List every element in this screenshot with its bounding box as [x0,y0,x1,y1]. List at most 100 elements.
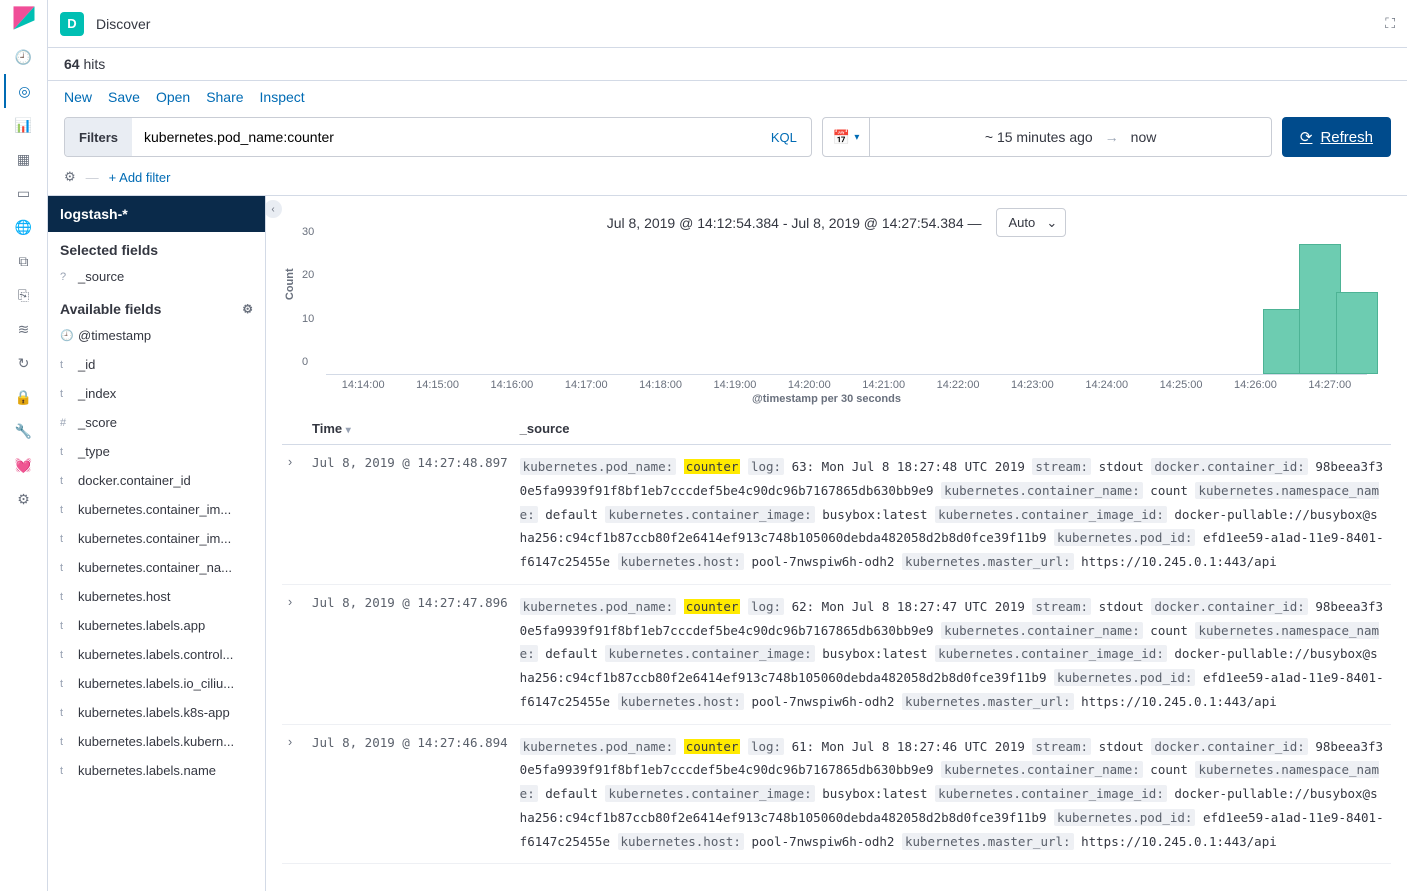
expand-row-icon[interactable]: › [282,445,306,585]
clock-icon[interactable]: 🕘 [4,40,44,74]
selected-fields-header: Selected fields [48,232,265,262]
field-item[interactable]: t kubernetes.container_im... [48,495,265,524]
time-cell: Jul 8, 2019 @ 14:27:46.894 [306,724,514,864]
open-link[interactable]: Open [156,89,190,105]
maps-icon[interactable]: 🌐 [4,210,44,244]
dashboard-icon[interactable]: ▦ [4,142,44,176]
add-filter-link[interactable]: + Add filter [109,170,171,185]
field-name-label: docker.container_id [78,473,191,488]
query-input[interactable] [132,118,757,156]
field-type-icon: t [60,591,70,603]
expand-row-icon[interactable]: › [282,584,306,724]
field-item[interactable]: tkubernetes.labels.io_ciliu... [48,669,265,698]
monitoring-icon[interactable]: 💓 [4,448,44,482]
col-time-header[interactable]: Time ▾ [306,413,514,445]
field-item[interactable]: tkubernetes.container_na... [48,553,265,582]
field-item[interactable]: t_index [48,379,265,408]
expand-row-icon[interactable]: › [282,724,306,864]
fullscreen-icon[interactable]: ⛶ [1385,15,1395,32]
new-link[interactable]: New [64,89,92,105]
date-to: now [1131,129,1157,145]
calendar-icon[interactable]: 📅 ▾ [823,118,870,156]
logs-icon[interactable]: ⎘ [4,278,44,312]
field-item[interactable]: tkubernetes.host [48,582,265,611]
field-type-icon: # [60,417,70,429]
histogram-bar[interactable] [1336,292,1378,374]
field-item[interactable]: tkubernetes.container_im... [48,524,265,553]
table-row: ›Jul 8, 2019 @ 14:27:47.896kubernetes.po… [282,584,1391,724]
table-row: ›Jul 8, 2019 @ 14:27:48.897kubernetes.po… [282,445,1391,585]
field-type-icon: t [60,678,70,690]
field-item[interactable]: t kubernetes.labels.name [48,756,265,785]
field-name-label: kubernetes.container_im... [78,531,231,546]
canvas-icon[interactable]: ▭ [4,176,44,210]
field-type-icon: t [60,649,70,661]
xtick: 14:22:00 [937,379,980,391]
available-fields-header: Available fields ⚙ [48,291,265,321]
field-type-icon: ? [60,271,70,283]
devtools-icon[interactable]: 🔧 [4,414,44,448]
histogram-chart: Count 0102030 14:14:0014:15:0014:16:0014… [266,241,1407,413]
field-item[interactable]: tkubernetes.labels.kubern... [48,727,265,756]
field-item[interactable]: t_type [48,437,265,466]
chart-ylabel: Count [284,268,296,300]
refresh-button[interactable]: ⟳ Refresh [1282,117,1391,157]
management-icon[interactable]: ⚙ [4,482,44,516]
field-item[interactable]: tkubernetes.labels.control... [48,640,265,669]
fields-panel: logstash-* Selected fields ? _source Avai… [48,196,266,891]
query-row: Filters KQL 📅 ▾ ~ 15 minutes ago → now ⟳… [48,109,1407,165]
kibana-logo-icon[interactable] [10,4,38,32]
date-picker[interactable]: 📅 ▾ ~ 15 minutes ago → now [822,117,1272,157]
filter-settings-icon[interactable]: ⚙ [64,169,76,185]
inspect-link[interactable]: Inspect [260,89,305,105]
discover-icon[interactable]: ◎ [4,74,44,108]
chart-header: Jul 8, 2019 @ 14:12:54.384 - Jul 8, 2019… [266,196,1407,241]
field-type-icon: t [60,765,70,777]
field-item[interactable]: tkubernetes.labels.k8s-app [48,698,265,727]
topbar: D Discover ⛶ [48,0,1407,48]
field-item[interactable]: ? _source [48,262,265,291]
visualize-icon[interactable]: 📊 [4,108,44,142]
save-link[interactable]: Save [108,89,140,105]
index-pattern-selector[interactable]: logstash-* [48,196,265,232]
field-type-icon: t [60,504,70,516]
field-type-icon: t [60,620,70,632]
filter-row: ⚙ — + Add filter [48,165,1407,195]
uptime-icon[interactable]: ↻ [4,346,44,380]
field-item[interactable]: tkubernetes.labels.app [48,611,265,640]
actions-row: New Save Open Share Inspect [48,81,1407,109]
time-range-label: Jul 8, 2019 @ 14:12:54.384 - Jul 8, 2019… [607,215,982,231]
document-table: Time ▾ _source ›Jul 8, 2019 @ 14:27:48.8… [282,413,1391,891]
field-item[interactable]: t_id [48,350,265,379]
hits-bar: 64 hits [48,48,1407,81]
content-area: Jul 8, 2019 @ 14:12:54.384 - Jul 8, 2019… [266,196,1407,891]
field-name-label: _index [78,386,116,401]
query-filter-box: Filters KQL [64,117,812,157]
xtick: 14:14:00 [342,379,385,391]
field-name-label: @timestamp [78,328,151,343]
security-icon[interactable]: 🔒 [4,380,44,414]
field-item[interactable]: tdocker.container_id [48,466,265,495]
xtick: 14:18:00 [639,379,682,391]
infra-icon[interactable]: ⧉ [4,244,44,278]
share-link[interactable]: Share [206,89,243,105]
field-name-label: _source [78,269,124,284]
field-name-label: kubernetes.labels.name [78,763,216,778]
filters-label: Filters [65,118,132,156]
xtick: 14:25:00 [1160,379,1203,391]
query-language-label[interactable]: KQL [757,130,811,145]
field-item[interactable]: # _score [48,408,265,437]
xtick: 14:20:00 [788,379,831,391]
fields-gear-icon[interactable]: ⚙ [242,302,253,316]
xtick: 14:26:00 [1234,379,1277,391]
hits-label: hits [83,56,105,72]
xtick: 14:16:00 [490,379,533,391]
interval-select[interactable]: Auto ⌄ [996,208,1067,237]
field-name-label: kubernetes.container_im... [78,502,231,517]
table-row: ›Jul 8, 2019 @ 14:27:46.894kubernetes.po… [282,724,1391,864]
field-item[interactable]: 🕘@timestamp [48,321,265,350]
apm-icon[interactable]: ≋ [4,312,44,346]
field-name-label: _score [78,415,117,430]
arrow-right-icon: → [1105,129,1119,145]
xtick: 14:27:00 [1308,379,1351,391]
